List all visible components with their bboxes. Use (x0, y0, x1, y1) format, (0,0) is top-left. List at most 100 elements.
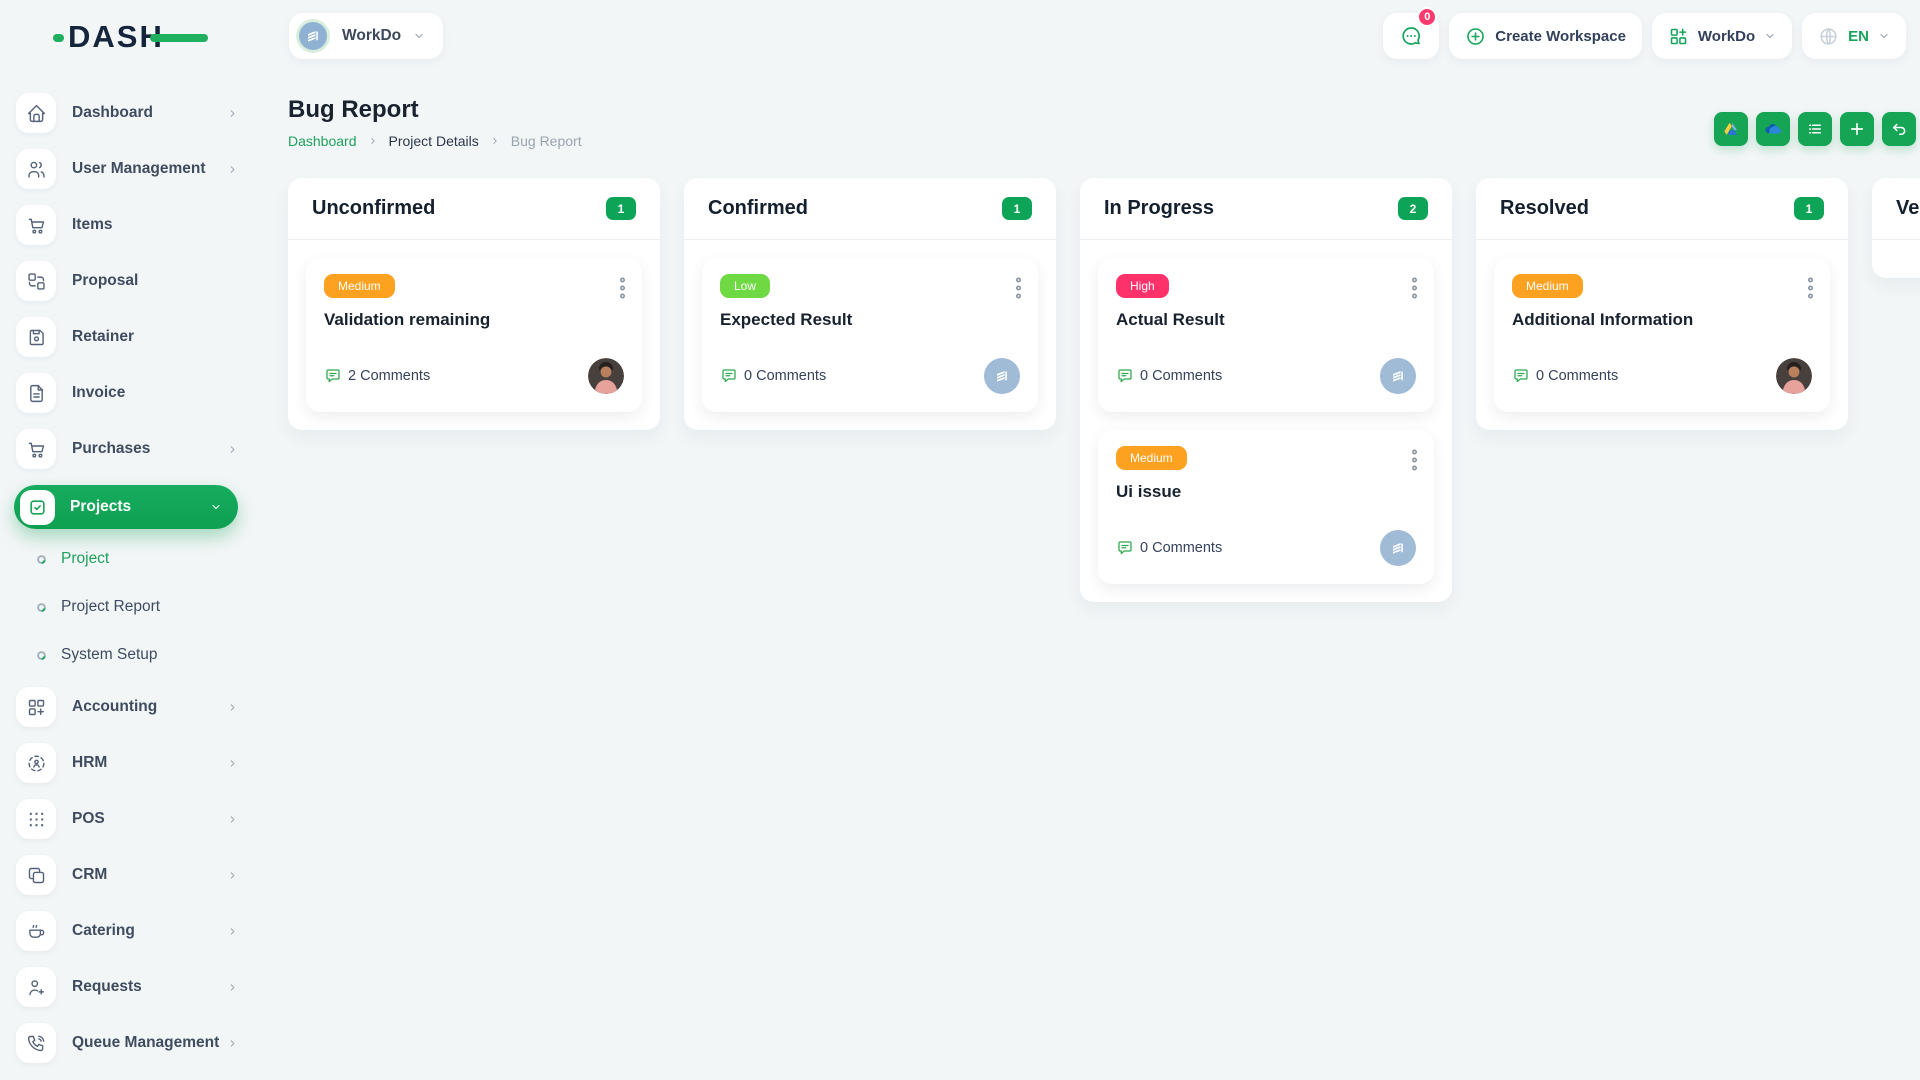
sidebar-item-label: Invoice (72, 384, 125, 402)
comment-icon (324, 367, 342, 385)
messages-button[interactable]: 0 (1383, 13, 1439, 59)
sidebar-item-queue-management[interactable]: Queue Management (16, 1023, 246, 1063)
comment-icon (1116, 367, 1134, 385)
sidebar-item-label: Accounting (72, 698, 157, 716)
column-title: Verified (1896, 197, 1920, 220)
page-actions (1714, 112, 1916, 146)
list-view-button[interactable] (1798, 112, 1832, 146)
google-drive-button[interactable] (1714, 112, 1748, 146)
sidebar-item-requests[interactable]: Requests (16, 967, 246, 1007)
chevron-down-icon (1764, 30, 1776, 42)
kanban-card-expected-result[interactable]: Low Expected Result 0 Comments (702, 258, 1038, 412)
card-menu-button[interactable] (1411, 448, 1418, 472)
assignee-avatar[interactable] (1776, 358, 1812, 394)
column-header: Verified (1872, 178, 1920, 240)
chevron-right-icon (227, 814, 238, 825)
onedrive-button[interactable] (1756, 112, 1790, 146)
card-title: Validation remaining (324, 310, 624, 330)
sidebar-item-label: POS (72, 810, 105, 828)
kanban-card-additional-information[interactable]: Medium Additional Information 0 Comments (1494, 258, 1830, 412)
card-comments[interactable]: 0 Comments (1512, 367, 1618, 385)
kanban-board: Unconfirmed 1 Medium Validation remainin… (288, 178, 1920, 602)
card-comments[interactable]: 0 Comments (720, 367, 826, 385)
back-button[interactable] (1882, 112, 1916, 146)
card-comments[interactable]: 0 Comments (1116, 539, 1222, 557)
cart-icon (16, 429, 56, 469)
assignee-avatar[interactable] (1380, 530, 1416, 566)
plus-icon (1848, 120, 1866, 138)
sidebar-item-label: Projects (70, 498, 131, 516)
sidebar-item-proposal[interactable]: Proposal (16, 261, 246, 301)
grid-plus-icon (16, 687, 56, 727)
card-menu-button[interactable] (1015, 276, 1022, 300)
column-count-badge: 2 (1398, 197, 1428, 220)
assignee-avatar[interactable] (588, 358, 624, 394)
google-drive-icon (1721, 119, 1741, 139)
sidebar-item-dashboard[interactable]: Dashboard (16, 93, 246, 133)
chevron-right-icon (368, 136, 378, 146)
assignee-avatar[interactable] (1380, 358, 1416, 394)
chat-count-badge: 0 (1417, 7, 1437, 27)
workspace-menu-button[interactable]: WorkDo (1652, 13, 1792, 59)
kanban-card-validation-remaining[interactable]: Medium Validation remaining 2 Comments (306, 258, 642, 412)
kanban-card-ui-issue[interactable]: Medium Ui issue 0 Comments (1098, 430, 1434, 584)
sidebar-item-crm[interactable]: CRM (16, 855, 246, 895)
workspace-switcher[interactable]: WorkDo (289, 13, 443, 59)
sidebar-item-invoice[interactable]: Invoice (16, 373, 246, 413)
coffee-cup-icon (16, 911, 56, 951)
priority-badge: Medium (1512, 274, 1583, 298)
breadcrumb-dashboard-link[interactable]: Dashboard (288, 133, 357, 149)
sidebar-subitem-project[interactable]: Project (36, 543, 246, 575)
app-logo[interactable]: DASH (68, 18, 164, 56)
sidebar-item-items[interactable]: Items (16, 205, 246, 245)
card-comments[interactable]: 2 Comments (324, 367, 430, 385)
phone-call-icon (16, 1023, 56, 1063)
priority-badge: Medium (324, 274, 395, 298)
add-bug-button[interactable] (1840, 112, 1874, 146)
create-workspace-button[interactable]: Create Workspace (1449, 13, 1642, 59)
topbar: DASH WorkDo (0, 0, 1920, 72)
floppy-disk-icon (16, 317, 56, 357)
sidebar-item-accounting[interactable]: Accounting (16, 687, 246, 727)
onedrive-icon (1762, 118, 1784, 140)
chevron-down-icon (1878, 30, 1890, 42)
sidebar-item-label: Items (72, 216, 113, 234)
sidebar-subitem-project-report[interactable]: Project Report (36, 591, 246, 623)
priority-badge: Low (720, 274, 770, 298)
chevron-right-icon (227, 758, 238, 769)
sidebar-subitem-label: System Setup (61, 646, 158, 664)
breadcrumb-project-details-link[interactable]: Project Details (389, 133, 479, 149)
building-icon (1388, 538, 1408, 558)
card-comments[interactable]: 0 Comments (1116, 367, 1222, 385)
vertical-dots-icon (1411, 448, 1418, 472)
vertical-dots-icon (1015, 276, 1022, 300)
card-menu-button[interactable] (1411, 276, 1418, 300)
sidebar-item-label: Purchases (72, 440, 150, 458)
logo-accent-left (53, 34, 64, 42)
sidebar-item-hrm[interactable]: HRM (16, 743, 246, 783)
bullet-ring-icon (36, 650, 47, 661)
column-header: Unconfirmed 1 (288, 178, 660, 240)
circle-plus-icon (1465, 26, 1486, 47)
kanban-column-in-progress: In Progress 2 High Actual Result 0 Comme… (1080, 178, 1452, 602)
sidebar-subitem-system-setup[interactable]: System Setup (36, 639, 246, 671)
sidebar-item-catering[interactable]: Catering (16, 911, 246, 951)
card-menu-button[interactable] (1807, 276, 1814, 300)
sidebar-item-user-management[interactable]: User Management (16, 149, 246, 189)
bullet-ring-icon (36, 554, 47, 565)
kanban-column-resolved: Resolved 1 Medium Additional Information… (1476, 178, 1848, 430)
sidebar-item-purchases[interactable]: Purchases (16, 429, 246, 469)
comments-count-label: 0 Comments (744, 368, 826, 384)
vertical-dots-icon (1411, 276, 1418, 300)
language-menu-button[interactable]: EN (1802, 13, 1906, 59)
assignee-avatar[interactable] (984, 358, 1020, 394)
sidebar-item-retainer[interactable]: Retainer (16, 317, 246, 357)
sidebar-item-label: Dashboard (72, 104, 153, 122)
chevron-down-icon (413, 30, 425, 42)
kanban-card-actual-result[interactable]: High Actual Result 0 Comments (1098, 258, 1434, 412)
column-header: In Progress 2 (1080, 178, 1452, 240)
sidebar-item-pos[interactable]: POS (16, 799, 246, 839)
sidebar-item-projects[interactable]: Projects (14, 485, 238, 529)
card-title: Additional Information (1512, 310, 1812, 330)
card-menu-button[interactable] (619, 276, 626, 300)
